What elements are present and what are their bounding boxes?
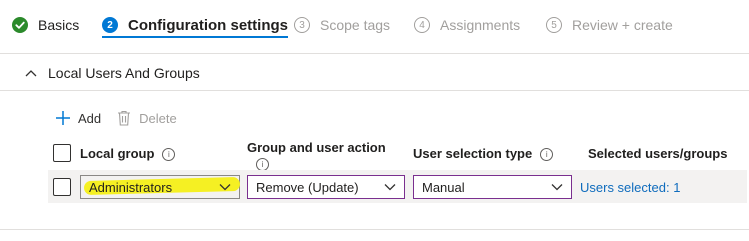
step-review-create[interactable]: 5 Review + create: [546, 0, 673, 50]
add-button[interactable]: Add: [54, 109, 101, 127]
chevron-down-icon: [382, 179, 398, 195]
step-number-badge: 5: [546, 17, 562, 33]
grid-toolbar: Add Delete: [54, 106, 191, 130]
chevron-up-icon[interactable]: [22, 64, 40, 82]
step-basics[interactable]: Basics: [12, 0, 79, 50]
step-label: Scope tags: [320, 17, 391, 33]
select-all-checkbox[interactable]: [53, 144, 71, 162]
group-user-action-dropdown[interactable]: Remove (Update): [247, 175, 405, 199]
step-scope-tags[interactable]: 3 Scope tags: [294, 0, 390, 50]
dropdown-value: Manual: [422, 179, 465, 195]
column-header-label: Local group: [80, 146, 155, 161]
column-header-label: User selection type: [413, 146, 533, 161]
info-icon[interactable]: i: [162, 148, 176, 162]
step-label: Configuration settings: [128, 16, 288, 34]
section-title: Local Users And Groups: [48, 64, 200, 81]
delete-button[interactable]: Delete: [115, 109, 177, 127]
dropdown-value: Administrators: [89, 179, 173, 195]
step-label: Assignments: [440, 17, 521, 33]
column-header-label: Group and user action: [247, 140, 386, 155]
info-icon[interactable]: i: [540, 148, 554, 162]
row-checkbox[interactable]: [53, 178, 71, 196]
checkmark-icon: [12, 17, 28, 33]
step-label: Review + create: [572, 17, 673, 33]
column-header-local-group: Local group i: [80, 146, 176, 162]
dropdown-value: Remove (Update): [256, 179, 359, 195]
column-header-group-user-action: Group and user action: [247, 140, 386, 155]
divider: [0, 229, 749, 230]
step-label: Basics: [38, 17, 80, 33]
add-label: Add: [78, 110, 102, 126]
step-configuration-settings[interactable]: 2 Configuration settings: [102, 0, 288, 50]
delete-label: Delete: [139, 110, 177, 126]
section-header[interactable]: Local Users And Groups: [0, 55, 749, 91]
wizard-steps: Basics 2 Configuration settings 3 Scope …: [0, 0, 749, 54]
chevron-down-icon: [549, 179, 565, 195]
column-header-selected-users: Selected users/groups: [588, 146, 727, 161]
trash-icon: [115, 109, 133, 127]
user-selection-type-dropdown[interactable]: Manual: [413, 175, 572, 199]
plus-icon: [54, 109, 72, 127]
step-number-badge: 2: [102, 17, 118, 33]
local-group-dropdown[interactable]: Administrators: [80, 175, 240, 199]
column-header-user-selection-type: User selection type i: [413, 146, 554, 162]
column-header-label: Selected users/groups: [588, 146, 728, 161]
step-number-badge: 4: [414, 17, 430, 33]
users-selected-link[interactable]: Users selected: 1: [580, 180, 680, 195]
step-assignments[interactable]: 4 Assignments: [414, 0, 520, 50]
chevron-down-icon: [217, 179, 233, 195]
step-number-badge: 3: [294, 17, 310, 33]
